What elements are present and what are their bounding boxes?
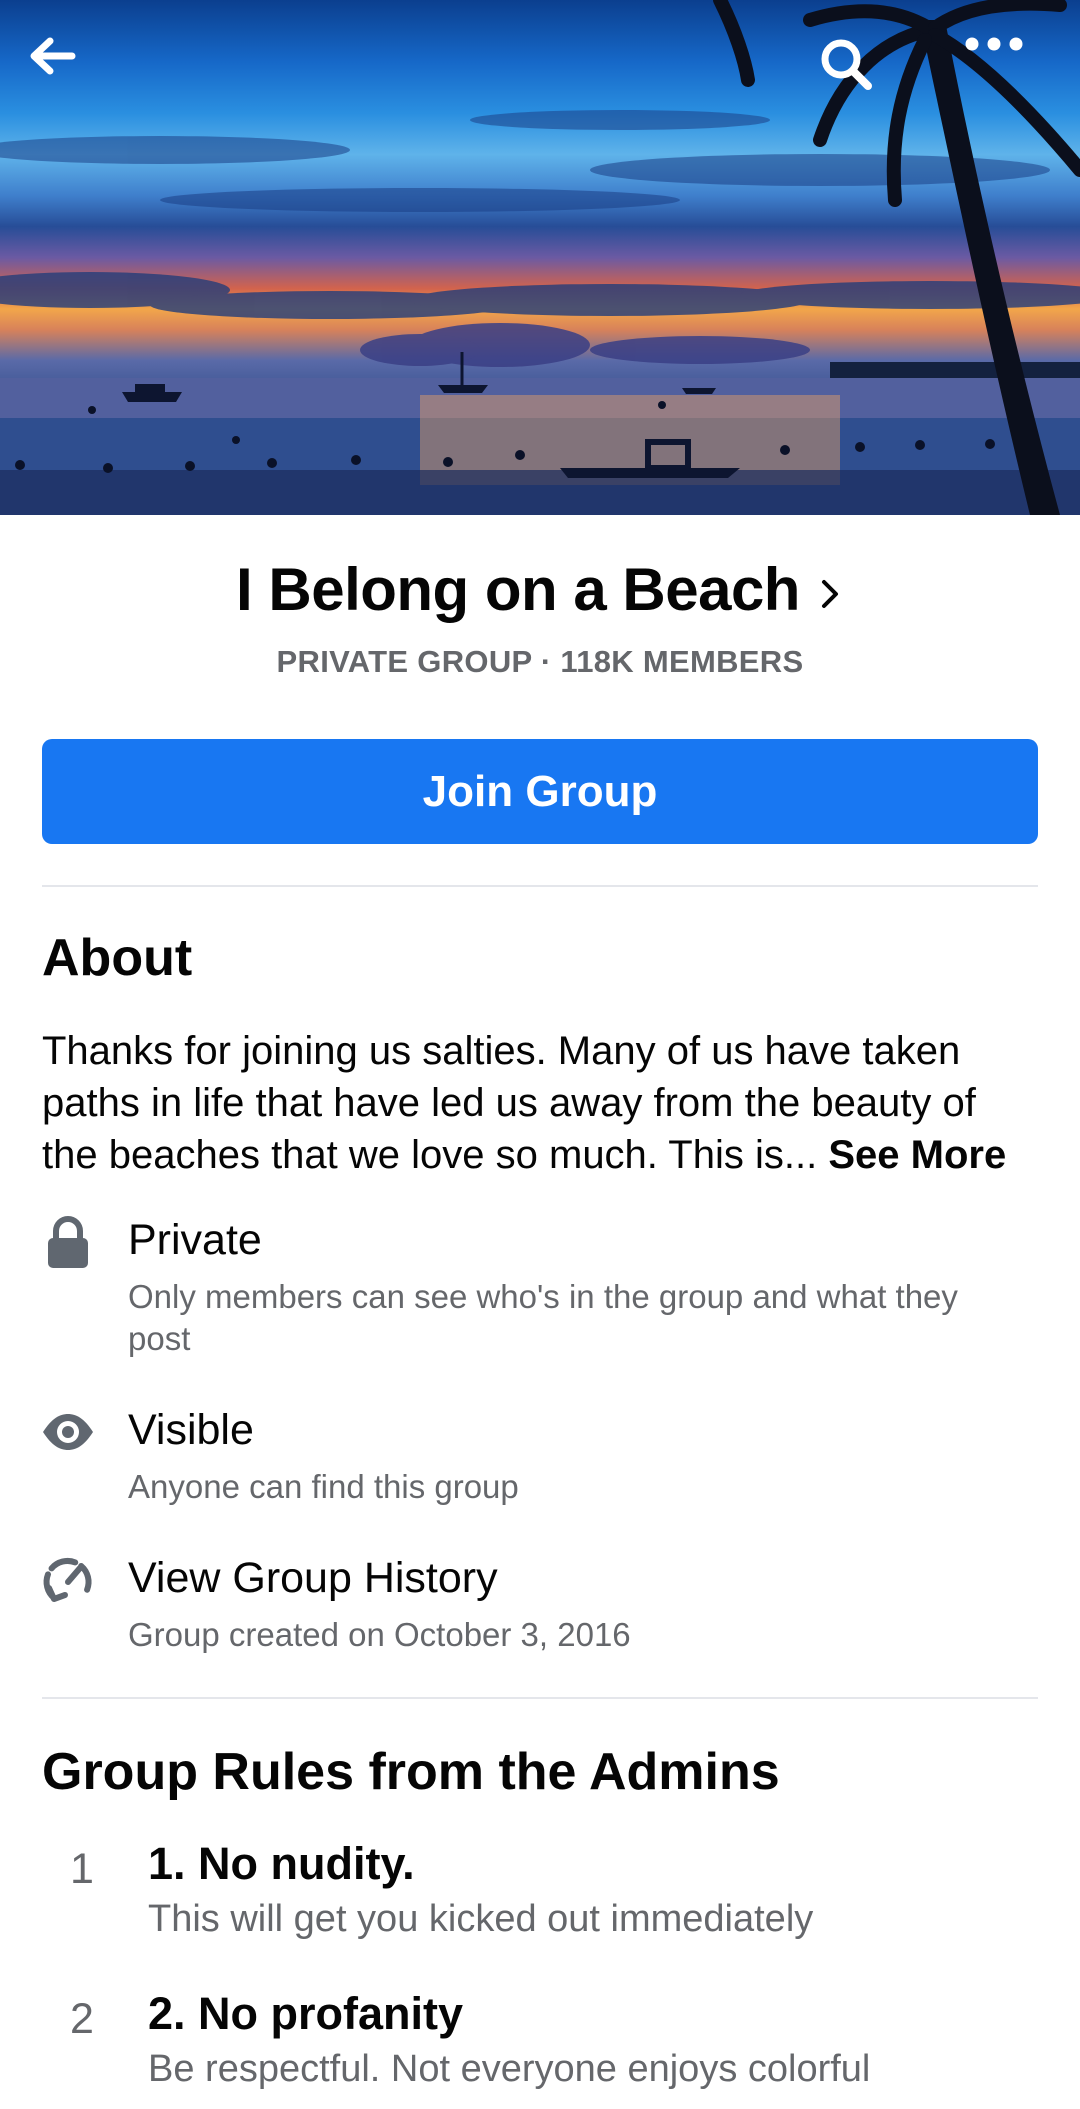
join-group-button[interactable]: Join Group [42,739,1038,844]
about-heading: About [42,929,193,987]
visibility-title: Visible [128,1406,254,1454]
divider [42,1697,1038,1699]
group-history-description: Group created on October 3, 2016 [128,1616,631,1653]
about-description: Thanks for joining us salties. Many of u… [42,1025,1042,1181]
eye-icon [43,1414,93,1450]
rule-number: 2 [70,1995,94,2043]
group-history-title: View Group History [128,1554,498,1602]
group-meta: PRIVATE GROUP · 118K MEMBERS [276,644,804,679]
rule-description: Be respectful. Not everyone enjoys color… [148,2048,871,2090]
rule-description: This will get you kicked out immediately [148,1898,814,1940]
rules-heading: Group Rules from the Admins [42,1743,780,1801]
rule-title: 1. No nudity. [148,1838,415,1889]
history-icon [43,1558,92,1602]
rule-title: 2. No profanity [148,1988,464,2039]
back-button[interactable] [28,36,118,126]
see-more-link[interactable]: See More [828,1133,1006,1177]
search-button[interactable] [818,36,908,126]
cover-photo[interactable] [0,0,1080,515]
divider [42,885,1038,887]
more-options-button[interactable] [964,36,1054,126]
rule-number: 1 [70,1845,94,1893]
group-history-item[interactable]: View Group History Group created on Octo… [0,1550,1080,1670]
more-horizontal-icon [965,37,1023,51]
privacy-title: Private [128,1216,262,1264]
group-title-row[interactable]: I Belong on a Beach [0,555,1080,624]
search-icon [821,39,872,90]
group-page: I Belong on a Beach PRIVATE GROUP · 118K… [0,0,1080,2109]
beach-sunset-scene [0,0,1080,515]
group-name: I Belong on a Beach [236,556,800,623]
chevron-right-icon [821,579,838,608]
arrow-left-icon [30,37,76,75]
visibility-info-item: Visible Anyone can find this group [0,1402,1080,1512]
privacy-info-item: Private Only members can see who's in th… [0,1212,1080,1362]
visibility-description: Anyone can find this group [128,1468,519,1505]
lock-icon [48,1216,88,1268]
privacy-description: Only members can see who's in the group … [128,1278,958,1357]
